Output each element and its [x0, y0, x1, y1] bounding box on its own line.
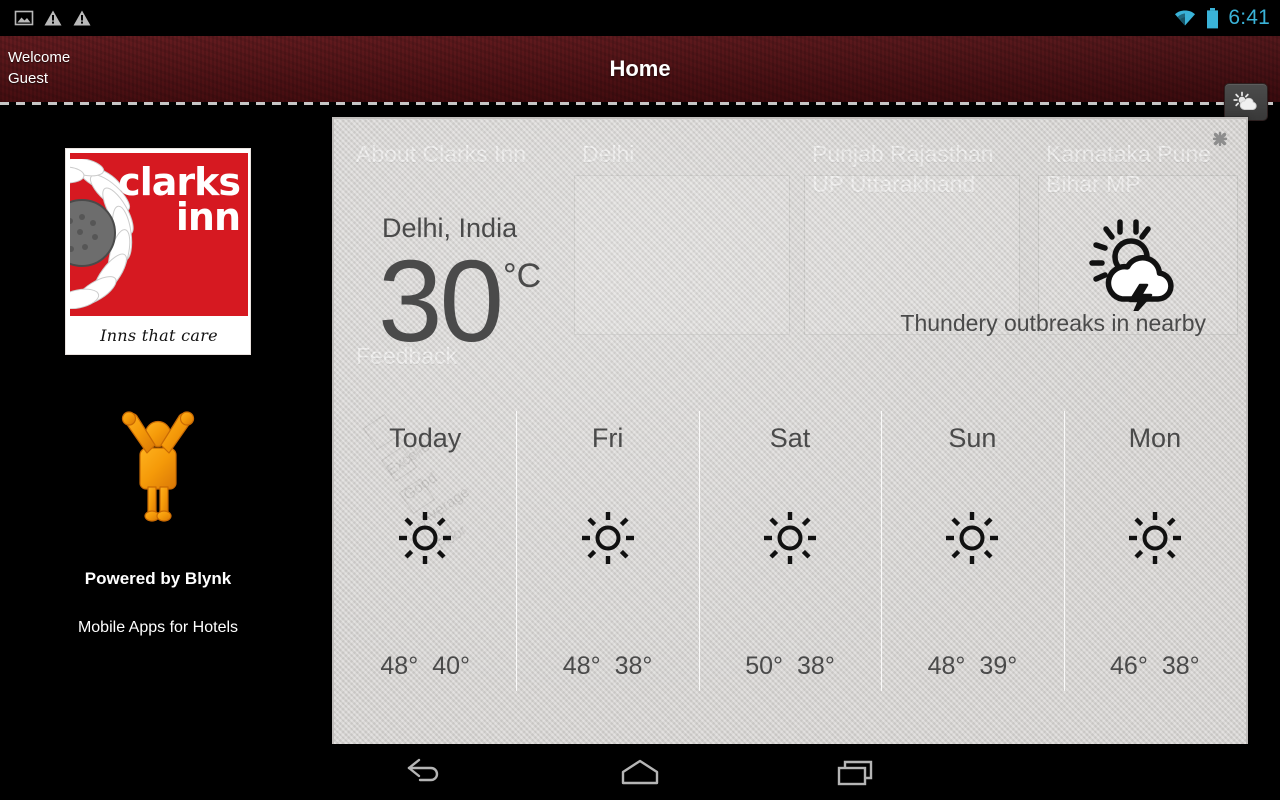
logo-wordmark: clarks inn [118, 163, 241, 239]
forecast-low: 39° [979, 652, 1018, 680]
status-bar: 6:41 [0, 0, 1280, 36]
forecast-day-label: Fri [591, 423, 624, 453]
forecast-day[interactable]: Mon 46° 38° [1063, 409, 1246, 701]
home-icon [621, 759, 659, 785]
forecast-high: 46° [1110, 652, 1148, 680]
logo-red-panel: clarks inn [70, 153, 248, 316]
recent-apps-icon [837, 760, 873, 786]
forecast-day-label: Sat [769, 423, 811, 453]
celebrating-person-icon [121, 411, 195, 522]
android-screen: 6:41 Welcome Guest Home clarks inn Inns … [0, 0, 1280, 800]
battery-icon [1207, 7, 1219, 28]
sun-icon [764, 512, 817, 564]
forecast-high: 48° [562, 652, 601, 680]
forecast-day-label: Mon [1128, 423, 1182, 453]
forecast-day-label: Today [389, 423, 462, 453]
logo-tagline: Inns that care [70, 316, 248, 354]
forecast-low: 38° [614, 652, 653, 680]
forecast-temps: 50° 38° [745, 652, 835, 681]
forecast-temps: 48° 39° [928, 652, 1018, 681]
nav-home-button[interactable] [580, 744, 700, 800]
back-arrow-icon [407, 758, 439, 782]
sun-icon [1128, 512, 1181, 564]
ghost-tile-delhi: Delhi [582, 141, 635, 167]
ghost-tile-about: About Clarks Inn [356, 141, 527, 167]
forecast-day[interactable]: Fri 48° 38° [516, 409, 698, 701]
forecast-row: Today 48° 40° Fri 48° 38° Sat 50° 38° Su… [334, 409, 1246, 701]
sun-icon [399, 512, 452, 564]
forecast-high: 48° [927, 652, 966, 680]
forecast-day[interactable]: Sat 50° 38° [698, 409, 881, 701]
sun-cloud-lightning-icon [1089, 219, 1174, 311]
weather-toggle-button[interactable] [1224, 83, 1268, 121]
forecast-day-label: Sun [948, 423, 997, 453]
app-header: Welcome Guest Home [0, 36, 1280, 102]
header-divider-shadow [0, 105, 1280, 107]
temperature-unit: °C [503, 257, 542, 295]
weather-condition-text: Thundery outbreaks in nearby [900, 310, 1206, 336]
current-temperature-block: 30 °C [378, 243, 541, 359]
wifi-icon [1175, 10, 1196, 26]
page-title: Home [609, 56, 671, 81]
sun-behind-cloud-icon [1233, 91, 1257, 110]
status-bar-notifications[interactable] [0, 8, 92, 28]
logo-brand-line2: inn [175, 194, 241, 239]
android-navigation-bar [0, 744, 1280, 800]
sun-icon [581, 512, 634, 564]
sidebar-tagline: Mobile Apps for Hotels [77, 619, 239, 636]
clarks-inn-logo[interactable]: clarks inn Inns that care [65, 148, 251, 355]
forecast-temps: 48° 40° [380, 652, 470, 681]
status-bar-clock: 6:41 [1228, 6, 1270, 29]
nav-recent-apps-button[interactable] [797, 744, 917, 800]
forecast-day[interactable]: Sun 48° 39° [881, 409, 1063, 701]
forecast-day[interactable]: Today 48° 40° [334, 409, 516, 701]
close-icon[interactable] [1208, 127, 1232, 151]
ghost-tile-karnataka: Karnataka Pune Bihar MP [1046, 141, 1211, 197]
ghost-box [574, 175, 790, 335]
forecast-temps: 48° 38° [563, 652, 653, 681]
forecast-high: 48° [380, 652, 419, 680]
forecast-high: 50° [745, 652, 784, 680]
ghost-tile-punjab: Punjab Rajasthan UP Uttarakhand [812, 141, 994, 197]
nav-back-button[interactable] [364, 744, 484, 800]
status-bar-system[interactable]: 6:41 [1173, 0, 1270, 36]
app-background: Welcome Guest Home clarks inn Inns that … [0, 36, 1280, 744]
weather-panel[interactable]: About Clarks Inn Delhi Punjab Rajasthan … [332, 117, 1248, 744]
close-icon-glyph [1212, 131, 1228, 147]
powered-by-label: Powered by Blynk [84, 569, 232, 588]
image-icon [14, 10, 34, 26]
forecast-temps: 46° 38° [1110, 652, 1200, 681]
warning-icon [73, 10, 91, 26]
forecast-low: 38° [1161, 652, 1200, 680]
warning-icon [44, 10, 62, 26]
forecast-low: 40° [432, 652, 471, 680]
current-temperature-value: 30 [378, 236, 504, 366]
sidebar: clarks inn Inns that care Powered by Bly… [0, 108, 316, 744]
forecast-low: 38° [797, 652, 835, 680]
sun-icon [946, 512, 999, 564]
